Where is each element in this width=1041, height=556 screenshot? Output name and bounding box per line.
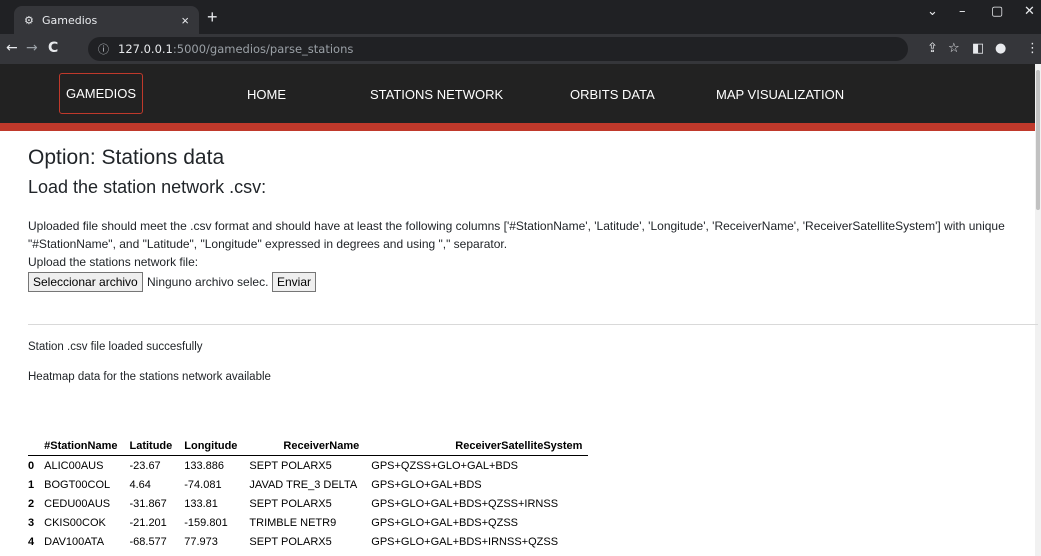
choose-file-button[interactable]: Seleccionar archivo: [28, 272, 143, 292]
restore-icon[interactable]: ▢: [991, 4, 1003, 19]
table-cell: -31.867: [129, 497, 167, 510]
upload-label: Upload the stations network file:: [28, 255, 199, 269]
table-row: 3 CKIS00COK -21.201 -159.801 TRIMBLE NET…: [28, 513, 588, 532]
table-cell: 133.81: [184, 497, 218, 510]
table-cell: 133.886: [184, 459, 225, 472]
status-message-loaded: Station .csv file loaded succesfully: [28, 341, 203, 353]
status-message-heatmap: Heatmap data for the stations network av…: [28, 371, 271, 383]
table-cell: GPS+QZSS+GLO+GAL+BDS: [371, 459, 518, 472]
tab-search-icon[interactable]: ⌄: [927, 4, 938, 19]
no-file-text: Ninguno archivo selec.: [147, 275, 269, 289]
brand-button[interactable]: GAMEDIOS: [59, 73, 143, 114]
table-cell: -159.801: [184, 516, 228, 529]
browser-tab[interactable]: ⚙ Gamedios ×: [14, 6, 199, 34]
nav-orbits-data[interactable]: ORBITS DATA: [570, 87, 655, 102]
forward-icon[interactable]: →: [26, 40, 38, 56]
table-cell: SEPT POLARX5: [249, 535, 332, 548]
table-cell: GPS+GLO+GAL+BDS+IRNSS+QZSS: [371, 535, 559, 548]
column-header: ReceiverSatelliteSystem: [365, 436, 589, 456]
table-cell: CKIS00COK: [44, 516, 106, 529]
table-cell: GPS+GLO+GAL+BDS+QZSS+IRNSS: [371, 497, 559, 510]
sidepanel-icon[interactable]: ◧: [972, 42, 984, 56]
table-cell: TRIMBLE NETR9: [249, 516, 337, 529]
divider: [28, 324, 1038, 325]
info-icon[interactable]: ⓘ: [98, 41, 112, 57]
accent-bar: [0, 123, 1041, 131]
reload-icon[interactable]: C: [48, 40, 58, 56]
table-cell: CEDU00AUS: [44, 497, 111, 510]
profile-icon[interactable]: ●: [995, 42, 1006, 56]
nav-stations-network[interactable]: STATIONS NETWORK: [370, 87, 503, 102]
address-bar[interactable]: ⓘ 127.0.0.1:5000/gamedios/parse_stations: [88, 37, 908, 61]
browser-toolbar: ← → C ⓘ 127.0.0.1:5000/gamedios/parse_st…: [0, 34, 1041, 64]
table-row: 1 BOGT00COL 4.64 -74.081 JAVAD TRE_3 DEL…: [28, 475, 588, 494]
nav-home[interactable]: HOME: [247, 87, 286, 102]
table-cell: -68.577: [129, 535, 167, 548]
url-host: 127.0.0.1: [118, 42, 173, 56]
site-navbar: [0, 64, 1041, 123]
table-cell: JAVAD TRE_3 DELTA: [249, 478, 358, 491]
nav-map-visualization[interactable]: MAP VISUALIZATION: [716, 87, 844, 102]
table-cell: -21.201: [129, 516, 167, 529]
column-header: ReceiverName: [243, 436, 366, 456]
table-cell: SEPT POLARX5: [249, 459, 332, 472]
row-index: 4: [28, 535, 35, 548]
menu-icon[interactable]: ⋮: [1026, 42, 1039, 56]
table-cell: 4.64: [129, 478, 151, 491]
window-close-icon[interactable]: ✕: [1024, 4, 1035, 19]
table-row: 4 DAV100ATA -68.577 77.973 SEPT POLARX5 …: [28, 532, 588, 551]
column-header: Longitude: [178, 436, 244, 456]
table-cell: ALIC00AUS: [44, 459, 104, 472]
site-favicon-icon: ⚙: [24, 14, 34, 27]
submit-button[interactable]: Enviar: [272, 272, 317, 292]
url-path: :5000/gamedios/parse_stations: [172, 42, 354, 56]
table-row: 0 ALIC00AUS -23.67 133.886 SEPT POLARX5 …: [28, 456, 588, 476]
table-cell: DAV100ATA: [44, 535, 105, 548]
row-index: 0: [28, 459, 35, 472]
new-tab-button[interactable]: +: [207, 6, 218, 28]
table-cell: GPS+GLO+GAL+BDS+QZSS: [371, 516, 518, 529]
table-cell: -23.67: [129, 459, 161, 472]
page-title: Option: Stations data: [28, 146, 225, 169]
table-cell: GPS+GLO+GAL+BDS: [371, 478, 482, 491]
scrollbar-thumb[interactable]: [1036, 70, 1040, 210]
table-row: 2 CEDU00AUS -31.867 133.81 SEPT POLARX5 …: [28, 494, 588, 513]
section-heading: Load the station network .csv:: [28, 177, 267, 197]
browser-tabstrip: ⚙ Gamedios × + ⌄ – ▢ ✕: [0, 0, 1041, 34]
minimize-icon[interactable]: –: [959, 4, 966, 19]
index-header: [28, 436, 39, 456]
table-cell: -74.081: [184, 478, 222, 491]
table-header-row: #StationName Latitude Longitude Receiver…: [28, 436, 589, 456]
table-cell: BOGT00COL: [44, 478, 111, 491]
close-tab-icon[interactable]: ×: [181, 13, 189, 28]
row-index: 1: [28, 478, 35, 491]
tab-title: Gamedios: [42, 13, 98, 27]
column-header: Latitude: [123, 436, 179, 456]
table-cell: SEPT POLARX5: [249, 497, 332, 510]
back-icon[interactable]: ←: [6, 40, 18, 56]
row-index: 2: [28, 497, 35, 510]
table-cell: 77.973: [184, 535, 218, 548]
column-header: #StationName: [38, 436, 124, 456]
row-index: 3: [28, 516, 35, 529]
stations-table: #StationName Latitude Longitude Receiver…: [28, 436, 589, 551]
share-icon[interactable]: ⇪: [927, 42, 938, 56]
upload-instructions: Uploaded file should meet the .csv forma…: [28, 219, 1005, 251]
star-icon[interactable]: ☆: [948, 42, 960, 56]
